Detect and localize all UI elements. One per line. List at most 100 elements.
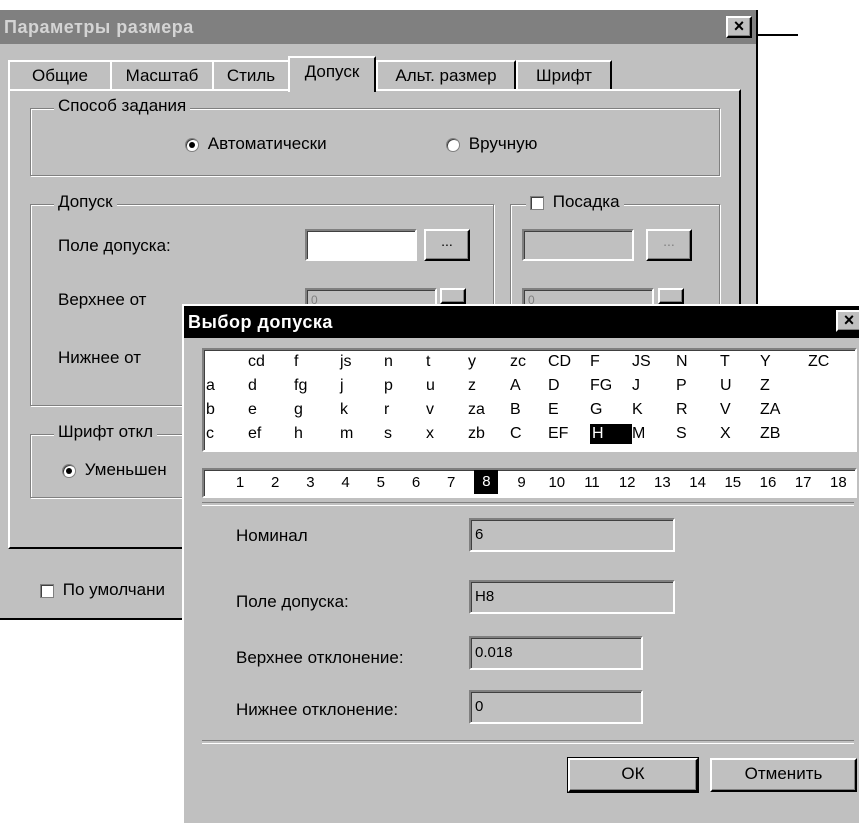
tolerance-letter-cell[interactable]: V — [720, 400, 756, 420]
tolerance-letter-cell[interactable]: f — [294, 352, 330, 372]
tolerance-letter-cell[interactable]: ZC — [808, 352, 844, 372]
letter-grid: cd f js n t y zc CD F JS N T Y ZC a d fg j p u z A D FG J P U Zb e g k… — [202, 348, 857, 452]
tolerance-letter-cell[interactable]: CD — [548, 352, 584, 372]
tolerance-letter-cell[interactable]: S — [676, 424, 712, 444]
tolerance-letter-cell[interactable]: t — [426, 352, 462, 372]
tab-alt-razmer[interactable]: Альт. размер — [376, 60, 516, 90]
tolerance-letter-cell[interactable]: N — [676, 352, 712, 372]
tolerance-letter-cell[interactable]: x — [426, 424, 462, 444]
grade-cell[interactable]: 9 — [510, 474, 534, 491]
grade-cell[interactable]: 2 — [263, 474, 287, 491]
grade-cell[interactable]: 4 — [334, 474, 358, 491]
tolerance-letter-cell[interactable]: y — [468, 352, 504, 372]
tolerance-letter-cell[interactable]: zc — [510, 352, 546, 372]
inner-close-button[interactable]: × — [836, 310, 859, 332]
tab-shrift[interactable]: Шрифт — [516, 60, 612, 90]
grade-cell[interactable]: 14 — [686, 474, 710, 491]
tolerance-letter-cell[interactable]: p — [384, 376, 420, 396]
tolerance-letter-cell[interactable]: js — [340, 352, 376, 372]
tolerance-letter-cell[interactable]: za — [468, 400, 504, 420]
default-checkbox[interactable]: По умолчани — [40, 580, 165, 600]
close-icon: × — [733, 16, 745, 36]
field-input: H8 — [469, 580, 675, 614]
tolerance-letter-cell[interactable]: ZA — [760, 400, 796, 420]
tolerance-letter-cell[interactable]: ZB — [760, 424, 796, 444]
radio-manual[interactable]: Вручную — [446, 134, 537, 154]
radio-auto[interactable]: Автоматически — [185, 134, 327, 154]
nominal-input: 6 — [469, 518, 675, 552]
tolerance-letter-cell[interactable]: B — [510, 400, 546, 420]
grade-cell[interactable]: 8 — [474, 470, 499, 494]
tolerance-letter-cell[interactable]: cd — [248, 352, 284, 372]
tolerance-letter-cell[interactable]: K — [632, 400, 668, 420]
cancel-button[interactable]: Отменить — [710, 758, 857, 792]
radio-manual-indicator — [446, 137, 460, 152]
tolerance-letter-cell[interactable]: H — [590, 424, 632, 444]
tolerance-letter-cell[interactable]: Y — [760, 352, 796, 372]
tolerance-letter-cell[interactable]: zb — [468, 424, 504, 444]
tolerance-letter-cell[interactable]: u — [426, 376, 462, 396]
tolerance-letter-cell[interactable]: Z — [760, 376, 796, 396]
field-label: Поле допуска: — [236, 592, 349, 611]
tab-masshtab[interactable]: Масштаб — [110, 60, 214, 90]
tolerance-field-input[interactable] — [305, 229, 417, 261]
outer-close-button[interactable]: × — [726, 16, 752, 38]
tab-dopusk[interactable]: Допуск — [288, 56, 376, 92]
grade-cell[interactable]: 5 — [369, 474, 393, 491]
ok-button[interactable]: ОК — [567, 757, 699, 793]
grade-cell[interactable]: 18 — [826, 474, 850, 491]
fit-browse-button: ... — [646, 229, 692, 261]
tolerance-letter-cell[interactable]: j — [340, 376, 376, 396]
tolerance-letter-cell[interactable]: d — [248, 376, 284, 396]
tolerance-letter-cell[interactable]: b — [206, 400, 242, 420]
grade-cell[interactable]: 7 — [439, 474, 463, 491]
tolerance-letter-cell[interactable]: P — [676, 376, 712, 396]
tolerance-letter-cell[interactable]: e — [248, 400, 284, 420]
tolerance-letter-cell[interactable]: v — [426, 400, 462, 420]
tab-obshchie[interactable]: Общие — [8, 60, 112, 90]
tolerance-letter-cell[interactable]: k — [340, 400, 376, 420]
tolerance-letter-cell[interactable]: c — [206, 424, 242, 444]
tolerance-letter-cell[interactable]: fg — [294, 376, 330, 396]
close-icon: × — [843, 310, 855, 330]
grade-cell[interactable]: 17 — [791, 474, 815, 491]
grade-cell[interactable]: 10 — [545, 474, 569, 491]
grade-cell[interactable]: 13 — [650, 474, 674, 491]
tolerance-letter-cell[interactable]: ef — [248, 424, 284, 444]
tolerance-letter-cell[interactable]: F — [590, 352, 626, 372]
tolerance-letter-cell[interactable]: D — [548, 376, 584, 396]
tolerance-letter-cell[interactable]: U — [720, 376, 756, 396]
tolerance-letter-cell[interactable]: JS — [632, 352, 668, 372]
tolerance-letter-cell[interactable]: G — [590, 400, 626, 420]
tolerance-letter-cell[interactable]: FG — [590, 376, 626, 396]
tolerance-letter-cell[interactable]: m — [340, 424, 376, 444]
radio-auto-label: Автоматически — [207, 134, 327, 153]
tolerance-letter-cell[interactable]: T — [720, 352, 756, 372]
fit-checkbox[interactable]: Посадка — [526, 192, 624, 212]
tab-stil[interactable]: Стиль — [212, 60, 290, 90]
tolerance-letter-cell[interactable]: E — [548, 400, 584, 420]
tolerance-letter-cell[interactable]: J — [632, 376, 668, 396]
radio-reduced[interactable]: Уменьшен — [62, 460, 167, 480]
tolerance-browse-button[interactable]: ... — [424, 229, 470, 261]
grade-cell[interactable]: 3 — [298, 474, 322, 491]
grade-cell[interactable]: 1 — [228, 474, 252, 491]
tolerance-letter-cell[interactable]: s — [384, 424, 420, 444]
tolerance-letter-cell[interactable]: a — [206, 376, 242, 396]
tolerance-letter-cell[interactable]: h — [294, 424, 330, 444]
grade-cell[interactable]: 6 — [404, 474, 428, 491]
tolerance-letter-cell[interactable]: A — [510, 376, 546, 396]
tolerance-letter-cell[interactable]: M — [632, 424, 668, 444]
tolerance-letter-cell[interactable]: EF — [548, 424, 584, 444]
tolerance-letter-cell[interactable]: g — [294, 400, 330, 420]
grade-cell[interactable]: 16 — [756, 474, 780, 491]
tolerance-letter-cell[interactable]: X — [720, 424, 756, 444]
grade-cell[interactable]: 11 — [580, 474, 604, 491]
grade-cell[interactable]: 15 — [721, 474, 745, 491]
tolerance-letter-cell[interactable]: C — [510, 424, 546, 444]
tolerance-letter-cell[interactable]: R — [676, 400, 712, 420]
tolerance-letter-cell[interactable]: z — [468, 376, 504, 396]
tolerance-letter-cell[interactable]: r — [384, 400, 420, 420]
tolerance-letter-cell[interactable]: n — [384, 352, 420, 372]
grade-cell[interactable]: 12 — [615, 474, 639, 491]
